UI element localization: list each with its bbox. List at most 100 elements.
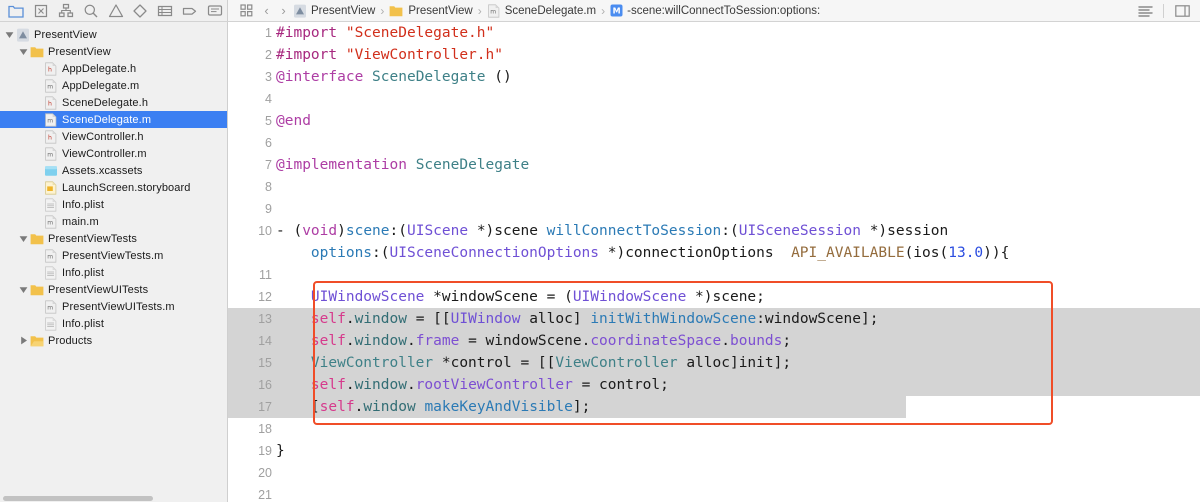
grid-icon[interactable] — [234, 4, 258, 17]
code-token: SceneDelegate — [415, 157, 530, 173]
m-file-icon: m — [43, 112, 59, 127]
test-navigator-icon[interactable] — [128, 1, 153, 21]
code-line[interactable]: - (void)scene:(UIScene *)scene willConne… — [276, 220, 1200, 242]
inspector-toggle-icon[interactable] — [1169, 1, 1195, 21]
sidebar-item-file-info-plist-2[interactable]: Info.plist — [0, 264, 227, 281]
back-arrow[interactable]: ‹ — [258, 3, 275, 18]
sidebar-item-file-presentviewuitests-m[interactable]: m PresentViewUITests.m — [0, 298, 227, 315]
code-line[interactable] — [276, 264, 1200, 286]
disclosure-triangle-icon[interactable] — [18, 336, 29, 345]
line-number: 15 — [258, 356, 272, 370]
line-number: 17 — [258, 400, 272, 414]
sidebar-item-file-appdelegate-m[interactable]: m AppDelegate.m — [0, 77, 227, 94]
code-line[interactable] — [276, 484, 1200, 502]
folder-navigator-icon[interactable] — [4, 1, 29, 21]
folder-icon — [29, 283, 45, 297]
debug-navigator-icon[interactable] — [153, 1, 178, 21]
top-bar-right-controls — [1132, 0, 1200, 21]
sidebar-item-file-launchscreen-storyboard[interactable]: LaunchScreen.storyboard — [0, 179, 227, 196]
code-line[interactable]: #import "SceneDelegate.h" — [276, 22, 1200, 44]
folder-icon — [29, 232, 45, 246]
sidebar-item-file-viewcontroller-m[interactable]: m ViewController.m — [0, 145, 227, 162]
breadcrumb-label: SceneDelegate.m — [504, 4, 597, 17]
navigator-horizontal-scrollbar[interactable] — [0, 495, 227, 502]
sidebar-item-label: PresentViewTests.m — [62, 249, 164, 262]
svg-text:m: m — [47, 151, 53, 158]
sidebar-item-file-appdelegate-h[interactable]: h AppDelegate.h — [0, 60, 227, 77]
line-number: 4 — [265, 92, 272, 106]
issue-navigator-icon[interactable] — [103, 1, 128, 21]
breakpoint-navigator-icon[interactable] — [177, 1, 202, 21]
code-line[interactable]: @interface SceneDelegate () — [276, 66, 1200, 88]
sidebar-item-group-products[interactable]: Products — [0, 332, 227, 349]
line-number: 20 — [258, 466, 272, 480]
code-line[interactable]: UIWindowScene *windowScene = (UIWindowSc… — [276, 286, 1200, 308]
code-line[interactable] — [276, 462, 1200, 484]
disclosure-triangle-icon[interactable] — [18, 234, 29, 243]
scrollbar-thumb[interactable] — [3, 496, 153, 501]
sidebar-item-file-scenedelegate-m[interactable]: m SceneDelegate.m — [0, 111, 227, 128]
code-line[interactable]: ViewController *control = [[ViewControll… — [276, 352, 1200, 374]
standard-editor-icon[interactable] — [1132, 1, 1158, 21]
line-number: 21 — [258, 488, 272, 502]
code-line[interactable] — [276, 88, 1200, 110]
sidebar-item-file-scenedelegate-h[interactable]: h SceneDelegate.h — [0, 94, 227, 111]
sidebar-item-project-root[interactable]: PresentView — [0, 26, 227, 43]
code-token: self — [319, 399, 355, 415]
sidebar-item-file-info-plist-1[interactable]: Info.plist — [0, 196, 227, 213]
sidebar-item-label: Info.plist — [62, 266, 105, 279]
code-token: makeKeyAndVisible — [424, 399, 573, 415]
navigator-toolbar — [0, 0, 228, 21]
code-token: ]; — [572, 399, 591, 415]
breadcrumb-symbol[interactable]: M -scene:willConnectToSession:options: — [609, 4, 821, 17]
source-control-navigator-icon[interactable] — [29, 1, 54, 21]
svg-text:h: h — [48, 134, 52, 141]
sidebar-item-file-main-m[interactable]: m main.m — [0, 213, 227, 230]
code-token: self — [310, 333, 346, 349]
code-token: void — [302, 223, 338, 239]
breadcrumb-file[interactable]: m SceneDelegate.m — [486, 3, 597, 18]
breadcrumb-project[interactable]: PresentView — [292, 4, 376, 18]
code-line[interactable] — [276, 176, 1200, 198]
sidebar-item-group-presentviewtests[interactable]: PresentViewTests — [0, 230, 227, 247]
symbol-navigator-icon[interactable] — [54, 1, 79, 21]
code-line[interactable]: @implementation SceneDelegate — [276, 154, 1200, 176]
disclosure-triangle-icon[interactable] — [18, 285, 29, 294]
source-editor[interactable]: 1 #import "SceneDelegate.h" 2 #import "View… — [228, 22, 1200, 502]
sidebar-item-file-presentviewtests-m[interactable]: m PresentViewTests.m — [0, 247, 227, 264]
code-line[interactable]: self.window = [[UIWindow alloc] initWith… — [276, 308, 1200, 330]
folder-icon — [389, 4, 404, 18]
code-line[interactable] — [276, 418, 1200, 440]
code-line[interactable]: @end — [276, 110, 1200, 132]
code-line[interactable] — [276, 198, 1200, 220]
code-line[interactable]: options:(UISceneConnectionOptions *)conn… — [276, 242, 1200, 264]
breadcrumb-group[interactable]: PresentView — [388, 4, 473, 18]
line-number: 8 — [265, 180, 272, 194]
code-token: @interface — [276, 69, 364, 85]
code-token: window — [363, 399, 416, 415]
project-navigator[interactable]: PresentView PresentView h AppDelegate.h m App… — [0, 22, 228, 502]
code-line[interactable] — [276, 132, 1200, 154]
code-token: ; — [782, 333, 792, 349]
code-line[interactable]: self.window.rootViewController = control… — [276, 374, 1200, 396]
code-token: coordinateSpace — [590, 333, 722, 349]
sidebar-item-file-assets-xcassets[interactable]: Assets.xcassets — [0, 162, 227, 179]
sidebar-item-group-presentviewuitests[interactable]: PresentViewUITests — [0, 281, 227, 298]
code-line[interactable]: #import "ViewController.h" — [276, 44, 1200, 66]
disclosure-triangle-icon[interactable] — [18, 47, 29, 56]
sidebar-item-group-presentview[interactable]: PresentView — [0, 43, 227, 60]
disclosure-triangle-icon[interactable] — [4, 30, 15, 39]
sidebar-item-label: Products — [48, 334, 93, 347]
code-line[interactable]: } — [276, 440, 1200, 462]
report-navigator-icon[interactable] — [202, 1, 227, 21]
sidebar-item-file-viewcontroller-h[interactable]: h ViewController.h — [0, 128, 227, 145]
sidebar-item-file-info-plist-3[interactable]: Info.plist — [0, 315, 227, 332]
find-navigator-icon[interactable] — [78, 1, 103, 21]
forward-arrow[interactable]: › — [275, 3, 292, 18]
code-line[interactable]: self.window.frame = windowScene.coordina… — [276, 330, 1200, 352]
code-token: . — [345, 311, 355, 327]
code-token: *)session — [860, 223, 949, 239]
breadcrumb-separator: › — [477, 3, 482, 18]
